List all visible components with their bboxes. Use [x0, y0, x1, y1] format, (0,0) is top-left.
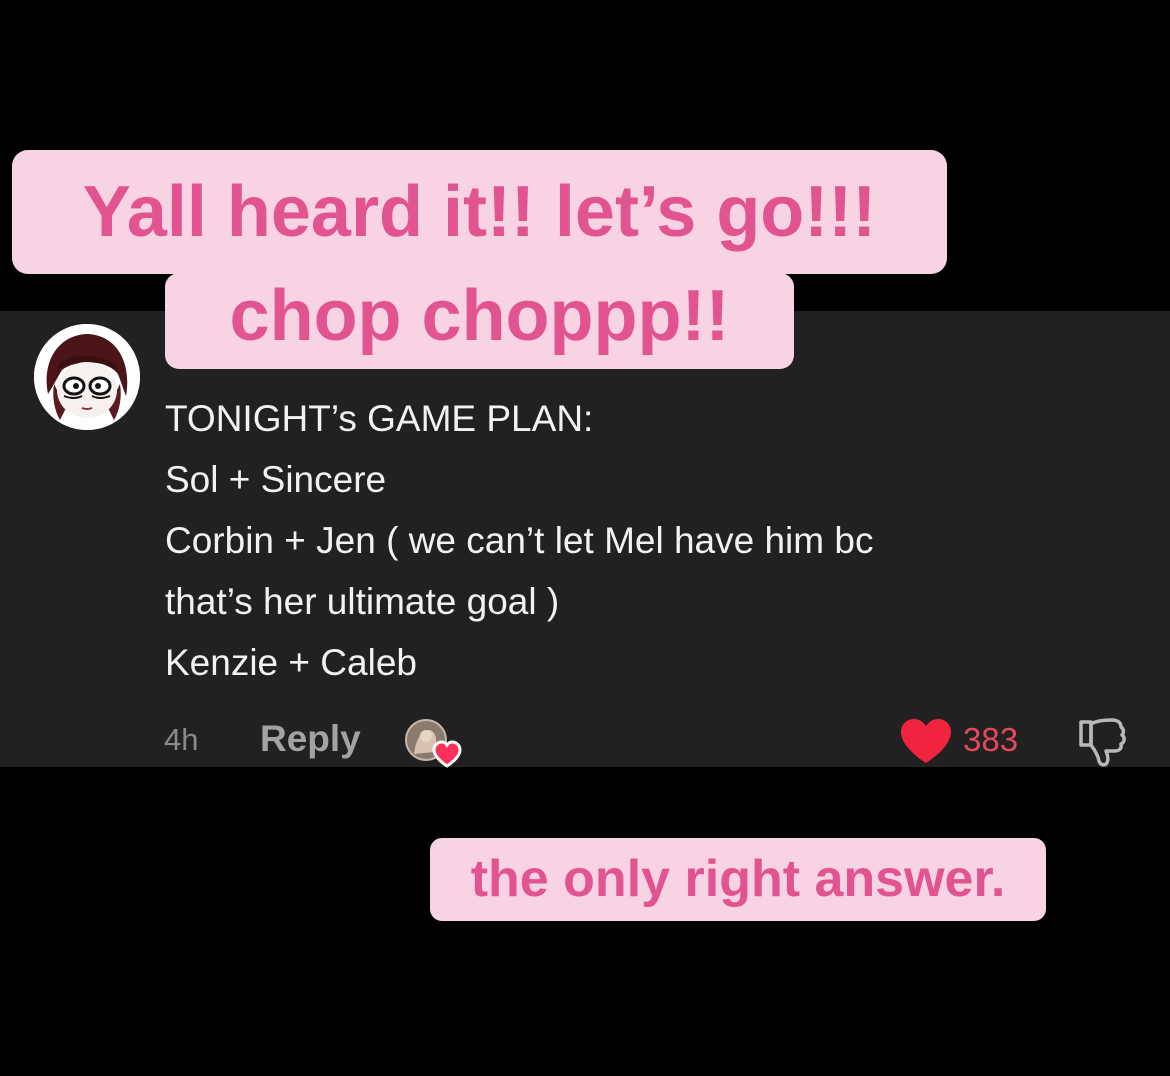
- reply-button[interactable]: Reply: [260, 717, 361, 761]
- comment-line-2: Sol + Sincere: [165, 459, 387, 500]
- avatar-drawing: [34, 324, 140, 430]
- caption-line-1: Yall heard it!! let’s go!!!: [12, 150, 947, 274]
- comment-line-1: TONIGHT’s GAME PLAN:: [165, 398, 594, 439]
- caption-line-3: the only right answer.: [430, 838, 1046, 921]
- heart-icon[interactable]: [899, 717, 953, 765]
- comment-line-4: that’s her ultimate goal ): [165, 581, 560, 622]
- comment-timestamp: 4h: [164, 722, 199, 757]
- like-count: 383: [963, 721, 1019, 758]
- creator-avatar-heart-icon: [404, 716, 462, 768]
- comment-line-3: Corbin + Jen ( we can’t let Mel have him…: [165, 520, 874, 561]
- comment-text: TONIGHT’s GAME PLAN: Sol + Sincere Corbi…: [165, 388, 1115, 693]
- caption-line-2: chop choppp!!: [165, 273, 794, 369]
- commenter-avatar[interactable]: [34, 324, 140, 430]
- comment-line-5: Kenzie + Caleb: [165, 642, 417, 683]
- thumbs-down-icon[interactable]: [1074, 716, 1128, 768]
